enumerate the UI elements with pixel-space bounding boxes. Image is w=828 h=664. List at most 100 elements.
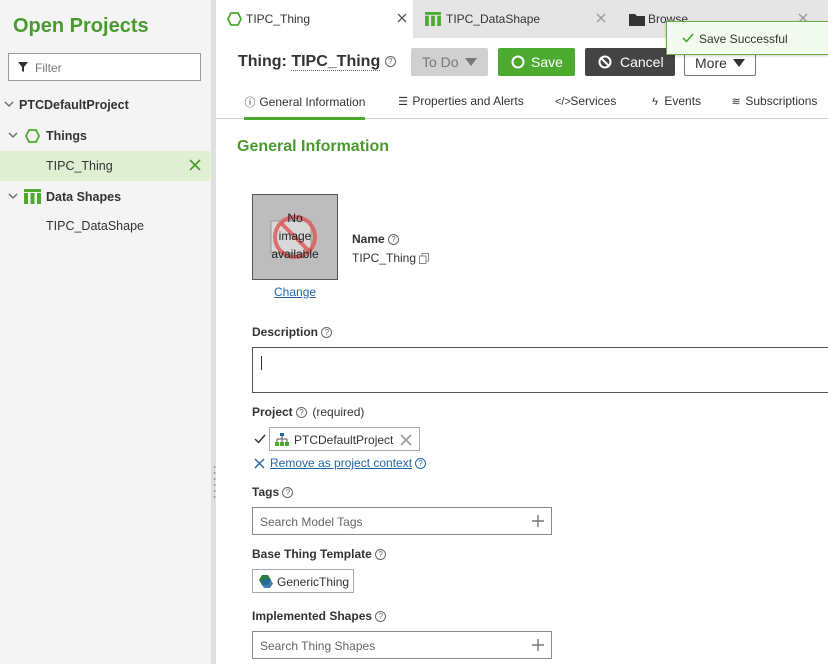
thing-shapes-search[interactable]: Search Thing Shapes <box>252 631 552 659</box>
tab-properties-alerts[interactable]: ☰ Properties and Alerts <box>397 94 524 108</box>
tree-item-project[interactable]: PTCDefaultProject <box>0 90 210 120</box>
description-label: Description ? <box>252 325 333 339</box>
tab-events[interactable]: ϟ Events <box>649 94 701 108</box>
thing-type-prefix: Thing: <box>238 53 287 70</box>
implemented-shapes-label: Implemented Shapes ? <box>252 609 387 623</box>
change-image-link[interactable]: Change <box>274 285 316 299</box>
help-icon[interactable]: ? <box>388 234 400 246</box>
no-image-line: No <box>287 211 303 225</box>
page-title: Thing: TIPC_Thing ? <box>238 53 396 71</box>
description-field[interactable] <box>252 347 828 393</box>
folder-icon <box>629 14 645 26</box>
no-image-line: available <box>271 247 319 261</box>
help-icon[interactable]: ? <box>375 549 387 561</box>
project-label-text: Project <box>252 405 293 419</box>
tree-datashapes-label: Data Shapes <box>46 190 122 204</box>
cancel-label: Cancel <box>620 54 664 70</box>
subtab-label: Services <box>570 94 617 108</box>
filter-icon <box>18 62 28 72</box>
name-label: Name ? <box>352 232 400 246</box>
project-chip-label: PTCDefaultProject <box>294 433 394 447</box>
project-label: Project ? (required) <box>252 405 364 419</box>
subtab-label: General Information <box>259 95 366 109</box>
project-sidebar: Open Projects Filter PTCDefaultProject T… <box>0 0 212 664</box>
help-icon[interactable]: ? <box>415 458 426 469</box>
tab-services[interactable]: </> Services <box>555 94 616 108</box>
subtab-label: Subscriptions <box>745 94 818 108</box>
list-icon: ☰ <box>398 96 408 108</box>
check-icon <box>682 33 694 43</box>
chevron-down-icon[interactable] <box>8 130 18 140</box>
shapes-placeholder: Search Thing Shapes <box>260 639 376 653</box>
no-image-text: No image available <box>253 209 337 263</box>
tree-item-tipc-datashape[interactable]: TIPC_DataShape <box>0 211 210 241</box>
entity-subtabs: ⓘ General Information ☰ Properties and A… <box>216 88 828 120</box>
toast-message: Save Successful <box>699 32 788 46</box>
help-icon[interactable]: ? <box>321 327 333 339</box>
copy-icon[interactable] <box>419 253 430 265</box>
save-button[interactable]: Save <box>498 48 575 76</box>
tree-thing-label: TIPC_Thing <box>46 159 113 173</box>
thing-icon <box>25 129 40 143</box>
rss-icon: ≋ <box>731 96 741 108</box>
tags-label: Tags ? <box>252 485 294 499</box>
datashape-icon <box>24 189 41 204</box>
check-icon <box>254 434 266 444</box>
tab-general-information[interactable]: ⓘ General Information <box>244 94 366 120</box>
text-cursor <box>261 356 262 370</box>
cancel-button[interactable]: Cancel <box>585 48 675 76</box>
tree-item-things[interactable]: Things <box>0 121 210 151</box>
help-icon[interactable]: ? <box>375 611 387 623</box>
model-tags-search[interactable]: Search Model Tags <box>252 507 552 535</box>
help-icon[interactable]: ? <box>384 56 396 68</box>
chevron-down-icon[interactable] <box>4 99 14 109</box>
plus-icon[interactable] <box>532 515 544 527</box>
sidebar-title: Open Projects <box>13 15 149 37</box>
remove-x-icon[interactable] <box>254 458 265 469</box>
thing-template-icon <box>259 575 273 588</box>
close-icon[interactable] <box>397 13 407 23</box>
tab-subscriptions[interactable]: ≋ Subscriptions <box>730 94 817 108</box>
tree-item-datashapes[interactable]: Data Shapes <box>0 182 210 212</box>
implemented-shapes-label-text: Implemented Shapes <box>252 609 373 623</box>
more-label: More <box>695 55 727 71</box>
filter-input[interactable]: Filter <box>8 53 201 81</box>
close-icon[interactable] <box>400 434 412 446</box>
remove-project-context-link[interactable]: Remove as project context <box>270 456 412 470</box>
help-icon[interactable]: ? <box>296 407 308 419</box>
cancel-icon <box>598 55 612 69</box>
close-icon[interactable] <box>596 13 606 23</box>
description-label-text: Description <box>252 325 319 339</box>
tags-placeholder: Search Model Tags <box>260 515 363 529</box>
base-template-chip[interactable]: GenericThing <box>252 569 354 593</box>
chevron-down-icon[interactable] <box>8 191 18 201</box>
save-circle-icon <box>511 55 525 69</box>
drag-handle-icon[interactable] <box>213 464 216 504</box>
thing-name[interactable]: TIPC_Thing <box>291 53 381 71</box>
tab-tipc-datashape[interactable]: TIPC_DataShape <box>414 0 611 38</box>
required-note: (required) <box>312 405 365 419</box>
name-label-text: Name <box>352 232 385 246</box>
tab-tipc-thing[interactable]: TIPC_Thing <box>216 0 413 38</box>
tags-label-text: Tags <box>252 485 280 499</box>
name-value: TIPC_Thing <box>352 251 430 265</box>
base-template-label: Base Thing Template ? <box>252 547 387 561</box>
bolt-icon: ϟ <box>652 96 658 108</box>
tree-things-label: Things <box>46 129 87 143</box>
help-icon[interactable]: ? <box>282 487 294 499</box>
thing-image-placeholder: No image available <box>252 194 338 280</box>
code-icon: </> <box>555 96 571 108</box>
todo-button[interactable]: To Do <box>411 48 488 76</box>
project-chip[interactable]: PTCDefaultProject <box>269 427 420 451</box>
close-icon[interactable] <box>188 158 202 172</box>
tree-project-label: PTCDefaultProject <box>19 98 129 112</box>
datashape-icon <box>425 12 441 26</box>
plus-icon[interactable] <box>532 639 544 651</box>
thing-icon <box>227 12 242 26</box>
name-value-text: TIPC_Thing <box>352 251 417 265</box>
project-hierarchy-icon <box>275 433 289 446</box>
tree-item-tipc-thing[interactable]: TIPC_Thing <box>0 151 210 181</box>
base-template-value: GenericThing <box>277 575 350 589</box>
tree-datashape-label: TIPC_DataShape <box>46 219 144 233</box>
todo-label: To Do <box>422 54 459 70</box>
